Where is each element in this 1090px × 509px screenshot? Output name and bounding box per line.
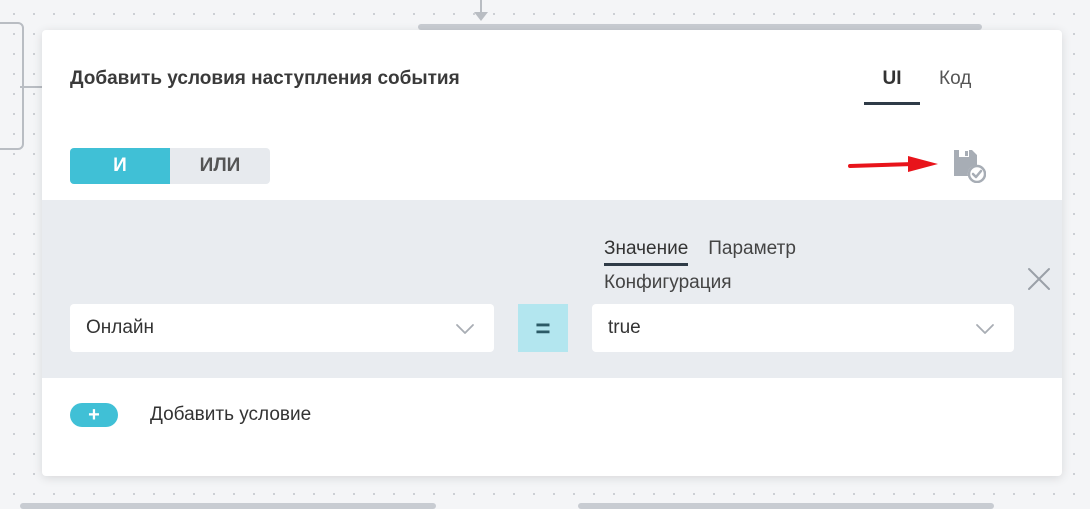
background-node-bottom-right (578, 503, 994, 509)
event-conditions-panel: Добавить условия наступления события UI … (42, 30, 1062, 476)
connector-arrow-icon (474, 12, 488, 21)
add-condition-button[interactable]: + (70, 403, 118, 427)
value-select-value: true (608, 317, 641, 338)
red-arrow-icon (848, 156, 938, 172)
tab-configuration[interactable]: Конфигурация (604, 266, 864, 300)
background-node-bottom-left (20, 503, 436, 509)
or-button[interactable]: ИЛИ (170, 148, 270, 184)
background-connector (20, 86, 44, 88)
logic-operator-toggle: И ИЛИ (70, 148, 270, 184)
tab-ui[interactable]: UI (864, 68, 920, 105)
and-button[interactable]: И (70, 148, 170, 184)
save-check-icon[interactable] (950, 147, 986, 183)
value-select[interactable]: true (592, 304, 1014, 352)
tab-value[interactable]: Значение (604, 235, 689, 266)
field-select-value: Онлайн (86, 317, 155, 338)
condition-row: Значение Параметр Конфигурация Онлайн = t… (42, 200, 1062, 378)
chevron-down-icon (456, 324, 474, 334)
field-select[interactable]: Онлайн (70, 304, 494, 352)
close-icon[interactable] (1026, 266, 1052, 292)
add-condition-label[interactable]: Добавить условие (150, 404, 311, 426)
operator-button[interactable]: = (518, 304, 568, 352)
chevron-down-icon (976, 324, 994, 334)
panel-title: Добавить условия наступления события (70, 68, 460, 89)
tab-code[interactable]: Код (939, 68, 971, 90)
tab-parameter[interactable]: Параметр (708, 232, 796, 266)
value-type-tabs: Значение Параметр Конфигурация (604, 232, 864, 300)
